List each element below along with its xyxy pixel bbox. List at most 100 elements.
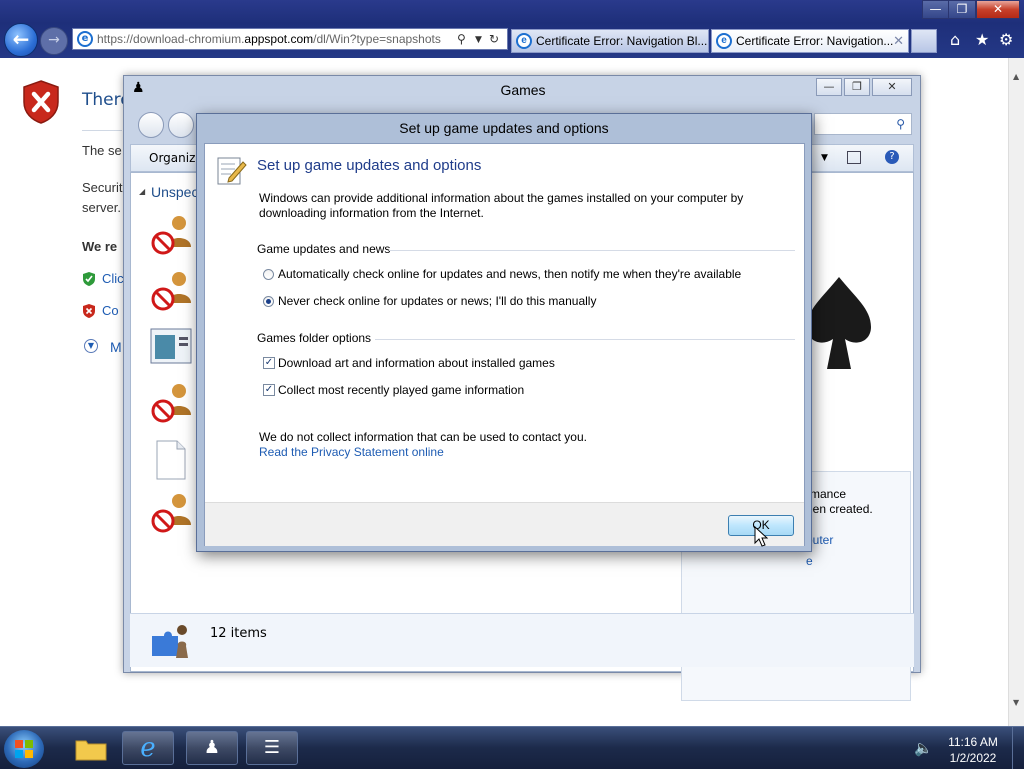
game-updates-dialog: Set up game updates and options Set up g… [196,113,812,552]
game-window-thumbnail-icon[interactable] [149,325,193,369]
games-forward-button[interactable] [168,112,194,138]
dropdown-arrow-icon[interactable]: ▼ [475,35,482,45]
games-maximize-button[interactable]: ❐ [844,78,870,96]
expand-more-icon[interactable]: ▼ [84,339,98,353]
radio-auto-check-label[interactable]: Automatically check online for updates a… [278,267,741,281]
items-count: 12 items [210,626,267,641]
details-text-2: een created. [806,502,873,516]
radio-never-check[interactable] [263,296,274,307]
mouse-cursor-icon [754,526,768,547]
tab-label: Certificate Error: Navigation... [736,34,894,48]
close-tab-icon[interactable]: ✕ [893,33,904,49]
error-shield-icon [23,80,59,124]
explorer-taskbar-button[interactable] [64,731,116,765]
details-text-1: rmance [806,487,847,501]
view-options-arrow-icon[interactable]: ▼ [821,153,828,163]
game-user-blocked-icon[interactable] [149,491,193,535]
radio-never-check-label[interactable]: Never check online for updates or news; … [278,294,596,308]
forward-button[interactable]: → [40,27,68,55]
home-icon[interactable]: ⌂ [950,30,960,49]
section-divider [375,339,795,340]
browser-maximize-button[interactable]: ❐ [948,0,976,19]
page-text-line1: The se [82,143,122,158]
taskbar: e ♟ ☰ 🔈 11:16 AM 1/2/2022 [0,726,1024,769]
section-label-updates: Game updates and news [257,242,391,256]
search-icon: ⚲ [896,117,905,131]
dialog-description: Windows can provide additional informati… [259,191,744,220]
preview-pane-icon[interactable] [847,151,861,164]
game-user-blocked-icon[interactable] [149,381,193,425]
ie-tab-icon: e [516,33,532,49]
game-user-blocked-icon[interactable] [149,213,193,257]
continue-link[interactable]: Clic [102,271,124,286]
folder-icon [75,740,107,761]
checkbox-download-art-label[interactable]: Download art and information about insta… [278,356,555,370]
ie-page-icon: e [77,31,93,47]
spade-game-icon [807,277,871,369]
checklist-icon: ☰ [263,737,281,758]
section-label-folder: Games folder options [257,331,372,345]
group-header[interactable]: Unspec [151,184,198,200]
games-puzzle-chess-icon [152,625,188,658]
windows-logo-icon [15,740,33,758]
notepad-pencil-icon [217,157,247,185]
ie-tab-icon: e [716,33,732,49]
back-button[interactable]: ← [4,23,38,57]
checkbox-recent-games[interactable]: ✓ [263,384,275,396]
favorites-star-icon[interactable]: ★ [975,30,989,49]
page-text-line2b: server. [82,200,122,215]
ie-taskbar-button[interactable]: e [122,731,174,765]
games-puzzle-icon: ♟ [203,737,221,758]
radio-auto-check[interactable] [263,269,274,280]
section-divider [389,250,795,251]
address-text[interactable]: https://download-chromium.appspot.com/dl… [97,32,453,46]
address-bar[interactable]: e https://download-chromium.appspot.com/… [72,28,508,50]
games-status-bar: 12 items [130,613,914,667]
dialog-taskbar-button[interactable]: ☰ [246,731,298,765]
dialog-title: Set up game updates and options [399,120,609,136]
tools-gear-icon[interactable]: ⚙ [999,30,1013,49]
dialog-heading: Set up game updates and options [257,157,482,174]
browser-minimize-button[interactable]: — [922,0,949,19]
checkbox-download-art[interactable]: ✓ [263,357,275,369]
dialog-footer: OK [205,502,804,546]
refresh-icon[interactable]: ↻ [489,32,499,46]
games-taskbar-button[interactable]: ♟ [186,731,238,765]
page-text-line2a: Securit [82,180,123,195]
help-icon[interactable]: ? [885,150,899,164]
divider [82,130,122,131]
volume-speaker-icon[interactable]: 🔈 [914,739,933,757]
privacy-statement-link[interactable]: Read the Privacy Statement online [259,445,444,459]
internet-explorer-icon: e [140,733,156,763]
tab-label: Certificate Error: Navigation Bl... [536,34,708,48]
details-link-2[interactable]: e [806,554,813,568]
dialog-body: Set up game updates and options Windows … [204,143,805,546]
browser-close-button[interactable]: ✕ [976,0,1020,19]
page-recommend: We re [82,239,118,254]
games-search-box[interactable]: ⚲ [814,113,912,135]
organize-menu[interactable]: Organize [149,151,203,165]
checkbox-recent-games-label[interactable]: Collect most recently played game inform… [278,383,524,397]
games-minimize-button[interactable]: — [816,78,842,96]
games-close-button[interactable]: ✕ [872,78,912,96]
privacy-note: We do not collect information that can b… [259,430,587,444]
blank-file-icon[interactable] [149,437,193,481]
close-page-link[interactable]: Co [102,303,119,318]
clock-time[interactable]: 11:16 AM [940,735,1006,749]
page-scrollbar[interactable]: ▲ ▼ [1008,58,1024,726]
tab-certificate-error-2[interactable]: e Certificate Error: Navigation... ✕ [711,29,909,53]
tab-certificate-error-1[interactable]: e Certificate Error: Navigation Bl... [511,29,709,53]
show-desktop-button[interactable] [1012,727,1024,769]
red-shield-icon [83,304,95,318]
start-button[interactable] [4,730,44,768]
new-tab-button[interactable] [911,29,937,53]
collapse-group-icon[interactable]: ◢ [139,187,145,196]
green-shield-icon [83,272,95,286]
game-user-blocked-icon[interactable] [149,269,193,313]
games-back-button[interactable] [138,112,164,138]
more-info-link[interactable]: M [110,339,122,355]
search-icon[interactable]: ⚲ [457,32,466,46]
games-window-title: Games [500,82,546,98]
games-app-icon: ♟ [132,80,145,96]
clock-date[interactable]: 1/2/2022 [940,751,1006,765]
